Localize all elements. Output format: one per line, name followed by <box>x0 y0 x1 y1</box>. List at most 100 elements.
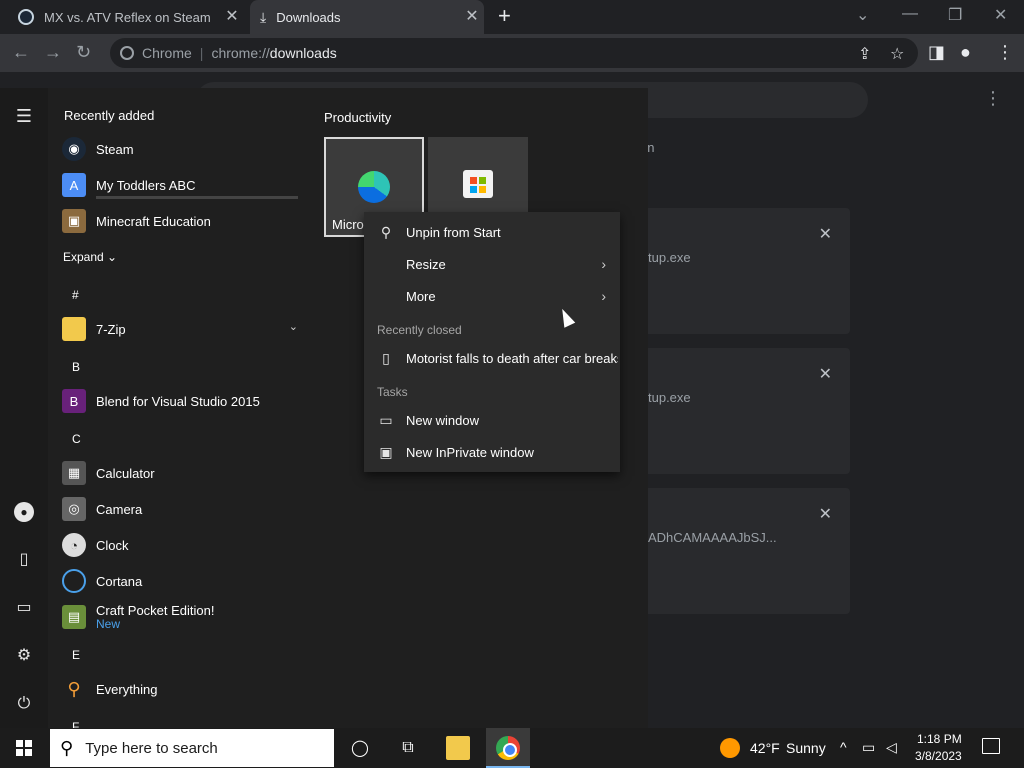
expand-label: Expand <box>63 250 104 264</box>
notification-icon[interactable] <box>982 738 1000 754</box>
tab-downloads[interactable]: ⤓ Downloads ✕ <box>250 0 484 34</box>
tab-steam[interactable]: MX vs. ATV Reflex on Steam ✕ <box>10 0 244 34</box>
clock-icon: ◔ <box>62 533 86 557</box>
chevron-right-icon: › <box>601 256 606 272</box>
chrome-site-icon <box>120 46 134 60</box>
back-icon[interactable]: ← <box>12 42 30 62</box>
close-icon[interactable]: ✕ <box>224 9 240 25</box>
app-craft-pocket-edition[interactable]: ▤ Craft Pocket Edition! New <box>62 597 304 637</box>
app-clock[interactable]: ◔ Clock <box>62 529 304 561</box>
camera-icon: ◎ <box>62 497 86 521</box>
more-options-icon[interactable]: ⋮ <box>984 88 1002 109</box>
recently-added-heading: Recently added <box>64 108 155 123</box>
close-icon[interactable]: ✕ <box>464 9 480 25</box>
new-tab-button[interactable]: + <box>498 5 511 27</box>
windows-icon <box>16 740 32 756</box>
user-icon[interactable]: ● <box>14 502 34 522</box>
calculator-icon: ▦ <box>62 461 86 485</box>
star-icon[interactable]: ☆ <box>890 44 904 64</box>
letter-b[interactable]: B <box>72 360 80 374</box>
reload-icon[interactable]: ↻ <box>76 42 91 62</box>
context-menu: ⚲ Unpin from Start Resize › More › Recen… <box>364 212 620 472</box>
taskbar-chrome[interactable] <box>486 728 530 768</box>
steam-icon: ◉ <box>62 137 86 161</box>
tile-label: Micro <box>332 217 364 232</box>
app-everything[interactable]: ⚲ Everything <box>62 673 304 705</box>
abc-icon: A <box>62 173 86 197</box>
settings-icon[interactable]: ⚙ <box>14 646 34 666</box>
more-menu-item[interactable]: More › <box>364 280 620 312</box>
unpin-icon: ⚲ <box>380 224 392 240</box>
start-rail: ☰ ● ▯ ▭ ⚙ ⏻ <box>0 88 48 728</box>
app-label: Clock <box>96 537 129 553</box>
new-window-item[interactable]: ▭ New window <box>364 404 620 436</box>
volume-icon[interactable]: ◁ <box>886 739 897 756</box>
share-icon[interactable]: ⇪ <box>858 44 871 64</box>
recently-closed-heading: Recently closed <box>377 323 462 337</box>
letter-e[interactable]: E <box>72 648 80 662</box>
inprivate-icon: ▣ <box>379 444 393 460</box>
remove-icon[interactable]: ✕ <box>819 504 832 524</box>
side-panel-icon[interactable]: ◨ <box>928 42 945 62</box>
download-name[interactable]: ADhCAMAAAAJbSJ... <box>648 530 777 545</box>
hamburger-icon[interactable]: ☰ <box>14 106 34 126</box>
close-window-icon[interactable]: ✕ <box>994 5 1007 25</box>
download-name[interactable]: tup.exe <box>648 390 691 405</box>
power-icon[interactable]: ⏻ <box>14 694 34 714</box>
forward-icon[interactable]: → <box>44 42 62 62</box>
weather-temp[interactable]: 42°F <box>750 740 780 756</box>
tab-search-icon[interactable]: ⌄ <box>856 5 869 25</box>
file-explorer-icon[interactable] <box>446 736 470 760</box>
weather-condition[interactable]: Sunny <box>786 740 826 756</box>
install-progress <box>96 196 298 199</box>
chevron-up-icon[interactable]: ^ <box>840 739 847 755</box>
unpin-from-start[interactable]: ⚲ Unpin from Start <box>364 216 620 248</box>
remove-icon[interactable]: ✕ <box>819 224 832 244</box>
app-calculator[interactable]: ▦ Calculator <box>62 457 304 489</box>
resize-menu-item[interactable]: Resize › <box>364 248 620 280</box>
minimize-icon[interactable]: — <box>902 5 918 23</box>
app-steam[interactable]: ◉ Steam <box>62 133 304 165</box>
taskbar-search[interactable]: ⚲ Type here to search <box>50 729 334 767</box>
task-view-icon[interactable]: ⧉ <box>396 736 420 760</box>
address-bar[interactable]: Chrome | chrome://downloads ⇪ ☆ <box>110 38 918 68</box>
download-name[interactable]: tup.exe <box>648 250 691 265</box>
letter-hash[interactable]: # <box>72 288 79 302</box>
app-cortana[interactable]: Cortana <box>62 565 304 597</box>
menu-label: More <box>406 289 436 304</box>
remove-icon[interactable]: ✕ <box>819 364 832 384</box>
letter-c[interactable]: C <box>72 432 81 446</box>
chevron-down-icon[interactable]: ⌄ <box>289 320 298 333</box>
network-icon[interactable]: ▭ <box>862 739 875 756</box>
document-icon[interactable]: ▯ <box>14 550 34 570</box>
menu-label: Motorist falls to death after car breaks… <box>406 351 618 366</box>
clock-date[interactable]: 3/8/2023 <box>915 749 962 763</box>
app-camera[interactable]: ◎ Camera <box>62 493 304 525</box>
start-button[interactable] <box>0 728 48 768</box>
expand-button[interactable]: Expand ⌄ <box>63 250 117 264</box>
profile-icon[interactable]: ● <box>960 42 971 62</box>
download-item: tup.exe ✕ <box>640 348 850 474</box>
app-blend[interactable]: B Blend for Visual Studio 2015 <box>62 385 304 417</box>
cortana-button[interactable]: ◯ <box>348 736 372 760</box>
clock-time[interactable]: 1:18 PM <box>917 732 962 746</box>
sun-icon[interactable] <box>720 738 740 758</box>
tab-title: Downloads <box>276 9 341 25</box>
restore-icon[interactable]: ❐ <box>948 5 962 25</box>
menu-label: Unpin from Start <box>406 225 501 240</box>
recently-closed-item[interactable]: ▯ Motorist falls to death after car brea… <box>364 342 620 374</box>
chevron-down-icon: ⌄ <box>107 250 118 264</box>
app-label: Blend for Visual Studio 2015 <box>96 393 260 409</box>
app-minecraft-education[interactable]: ▣ Minecraft Education <box>62 205 304 237</box>
pictures-icon[interactable]: ▭ <box>14 598 34 618</box>
app-label: Calculator <box>96 465 155 481</box>
search-icon: ⚲ <box>60 737 74 758</box>
app-label: Minecraft Education <box>96 213 211 229</box>
new-inprivate-window-item[interactable]: ▣ New InPrivate window <box>364 436 620 468</box>
url-scheme: chrome:// <box>211 45 270 61</box>
app-7-zip[interactable]: 7-Zip ⌄ <box>62 313 304 345</box>
new-badge: New <box>96 617 121 631</box>
menu-icon[interactable]: ⋮ <box>996 42 1014 62</box>
steam-icon <box>18 9 34 25</box>
browser-toolbar: ← → ↻ Chrome | chrome://downloads ⇪ ☆ ◨ … <box>0 34 1024 72</box>
